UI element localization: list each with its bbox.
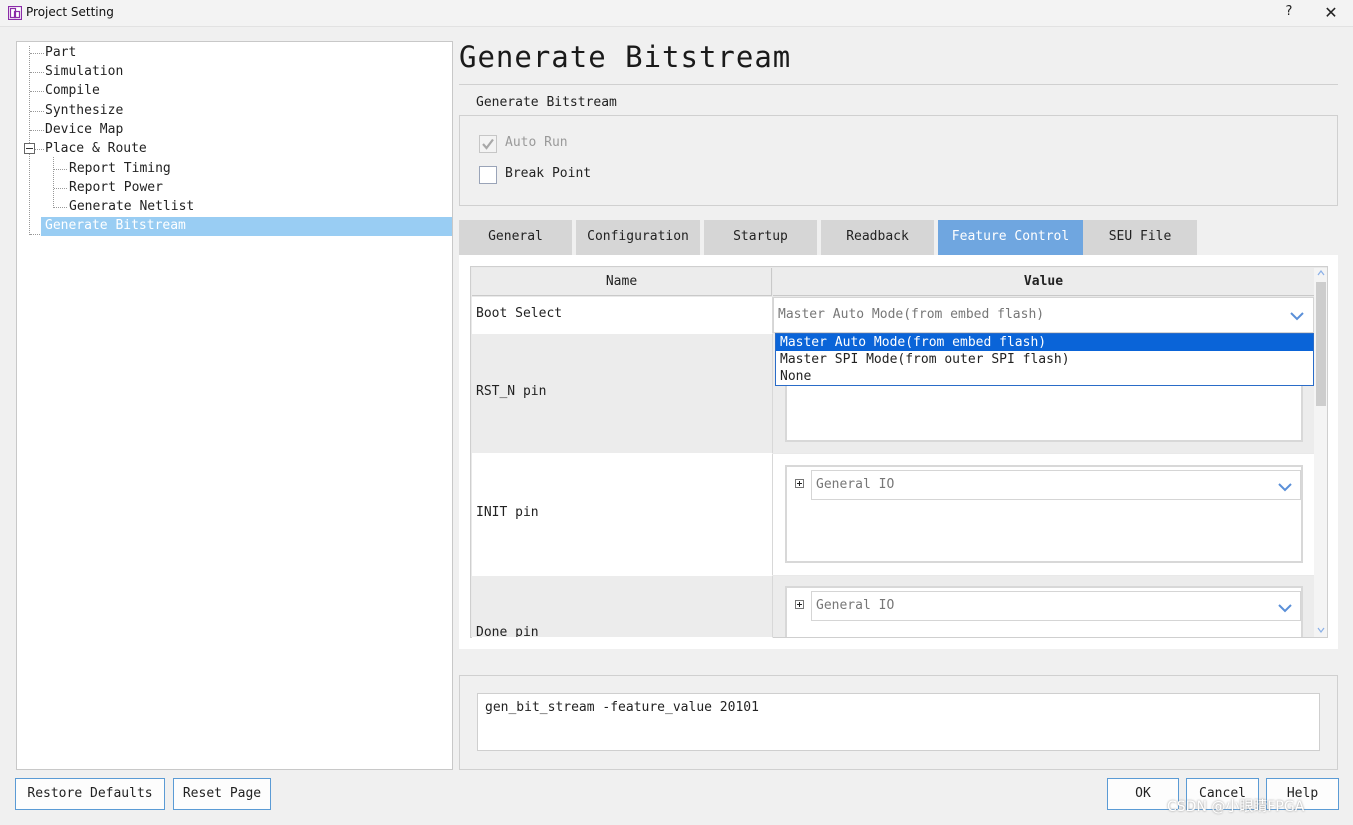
tree-item-report-timing[interactable]: Report Timing <box>69 160 171 178</box>
tree-item-place-route[interactable]: Place & Route <box>45 140 147 158</box>
boot-select-options-list: Master Auto Mode(from embed flash) Maste… <box>775 333 1314 386</box>
init-pin-dropdown[interactable]: General IO <box>811 470 1301 500</box>
watermark-text: CSDN @小眼睛FPGA <box>1167 799 1305 815</box>
row-label: Done pin <box>476 625 539 638</box>
command-text[interactable]: gen_bit_stream -feature_value 20101 <box>477 693 1320 751</box>
tree-connector <box>30 91 44 92</box>
tree-item-simulation[interactable]: Simulation <box>45 63 123 81</box>
tab-general[interactable]: General <box>459 220 572 255</box>
checkmark-icon <box>482 138 494 150</box>
tree-connector <box>30 111 44 112</box>
options-group <box>459 115 1338 206</box>
page-title: Generate Bitstream <box>459 40 792 74</box>
table-row: Boot Select <box>472 297 773 334</box>
tab-configuration[interactable]: Configuration <box>576 220 700 255</box>
tree-item-part[interactable]: Part <box>45 44 76 62</box>
row-label: RST_N pin <box>476 384 547 399</box>
chevron-down-icon <box>1290 312 1304 321</box>
tree-connector <box>30 130 44 131</box>
tree-connector <box>29 46 30 235</box>
restore-defaults-button[interactable]: Restore Defaults <box>15 778 165 810</box>
settings-tree: Part Simulation Compile Synthesize Devic… <box>16 41 453 770</box>
scroll-down-icon[interactable] <box>1316 626 1326 634</box>
title-bar <box>0 0 1353 27</box>
scroll-up-icon[interactable] <box>1316 269 1326 277</box>
chevron-down-icon <box>1278 483 1292 492</box>
tab-startup[interactable]: Startup <box>704 220 817 255</box>
break-point-checkbox[interactable] <box>479 166 497 184</box>
expand-icon[interactable] <box>795 479 804 488</box>
window-title: Project Setting <box>26 5 114 19</box>
tree-connector <box>30 72 44 73</box>
help-question-icon[interactable]: ? <box>1282 4 1296 22</box>
tree-connector <box>35 149 44 150</box>
table-row: INIT pin <box>472 454 773 576</box>
tree-item-report-power[interactable]: Report Power <box>69 179 163 197</box>
break-point-label: Break Point <box>505 166 592 181</box>
tree-connector <box>54 188 67 189</box>
close-icon[interactable]: ✕ <box>1318 3 1344 23</box>
dropdown-option[interactable]: Master Auto Mode(from embed flash) <box>776 334 1313 351</box>
row-label: INIT pin <box>476 505 539 520</box>
tree-connector <box>53 157 54 208</box>
boot-select-dropdown[interactable]: Master Auto Mode(from embed flash) <box>773 297 1314 333</box>
reset-page-button[interactable]: Reset Page <box>173 778 271 810</box>
tree-connector <box>30 53 44 54</box>
chevron-down-icon <box>1278 604 1292 613</box>
done-pin-dropdown[interactable]: General IO <box>811 591 1301 621</box>
section-label: Generate Bitstream <box>476 95 617 110</box>
boot-select-value: Master Auto Mode(from embed flash) <box>778 307 1045 322</box>
collapse-icon[interactable] <box>24 143 35 154</box>
column-header-name[interactable]: Name <box>472 268 772 296</box>
dropdown-option[interactable]: None <box>776 368 1313 385</box>
tree-item-synthesize[interactable]: Synthesize <box>45 102 123 120</box>
tree-item-compile[interactable]: Compile <box>45 82 100 100</box>
tree-connector <box>54 207 67 208</box>
auto-run-checkbox[interactable] <box>479 135 497 153</box>
row-label: Boot Select <box>476 306 563 321</box>
table-row: Done pin <box>472 576 773 638</box>
tree-connector <box>54 169 67 170</box>
auto-run-label: Auto Run <box>505 135 568 150</box>
tree-item-generate-netlist[interactable]: Generate Netlist <box>69 198 194 216</box>
dropdown-option[interactable]: Master SPI Mode(from outer SPI flash) <box>776 351 1313 368</box>
app-icon <box>8 6 22 20</box>
tree-item-device-map[interactable]: Device Map <box>45 121 123 139</box>
tab-feature-control[interactable]: Feature Control <box>938 220 1083 255</box>
init-pin-value: General IO <box>816 477 895 492</box>
tab-readback[interactable]: Readback <box>821 220 934 255</box>
scrollbar-thumb[interactable] <box>1316 282 1326 406</box>
tree-item-generate-bitstream[interactable]: Generate Bitstream <box>41 217 452 236</box>
column-header-value[interactable]: Value <box>773 268 1314 296</box>
title-divider <box>459 84 1338 85</box>
tab-seu-file[interactable]: SEU File <box>1083 220 1197 255</box>
expand-icon[interactable] <box>795 600 804 609</box>
table-row: RST_N pin <box>472 334 773 454</box>
done-pin-value: General IO <box>816 598 895 613</box>
